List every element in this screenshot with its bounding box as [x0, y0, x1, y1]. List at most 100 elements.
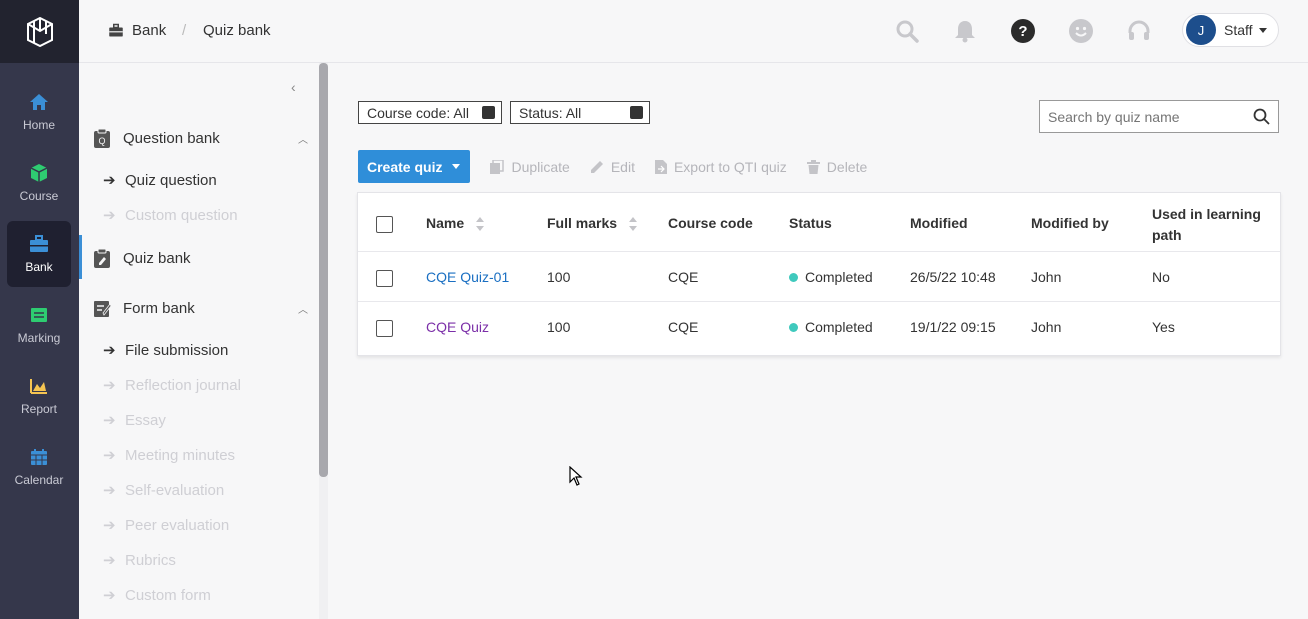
- create-quiz-button[interactable]: Create quiz: [358, 150, 471, 183]
- rail-item-marking[interactable]: Marking: [7, 292, 71, 358]
- user-menu-button[interactable]: J Staff: [1182, 13, 1279, 47]
- top-header: Bank / Quiz bank ? J Staff: [79, 0, 1308, 63]
- sidebar-item-label: Self-evaluation: [125, 481, 225, 499]
- calendar-icon: [31, 449, 47, 465]
- headset-icon[interactable]: [1126, 18, 1152, 44]
- column-header-label: Full marks: [547, 215, 618, 231]
- rail-label-marking: Marking: [17, 331, 61, 345]
- breadcrumb-root-label: Bank: [132, 22, 167, 39]
- duplicate-button[interactable]: Duplicate: [490, 159, 570, 175]
- filter-label: Course code: All: [367, 104, 469, 121]
- collapse-sidebar-icon[interactable]: ‹: [291, 79, 296, 95]
- trash-icon: [806, 159, 820, 174]
- sort-icon[interactable]: [476, 217, 485, 232]
- chevron-up-icon[interactable]: ︿: [298, 301, 308, 316]
- sidebar-item-essay: ➔ Essay: [103, 411, 166, 430]
- search-icon[interactable]: [894, 18, 920, 44]
- row-checkbox[interactable]: [376, 320, 393, 337]
- quiz-search-box: [1039, 100, 1279, 133]
- briefcase-icon: [109, 23, 123, 37]
- sidebar-item-peer-evaluation: ➔ Peer evaluation: [103, 516, 230, 535]
- breadcrumb-root[interactable]: Bank: [108, 22, 166, 39]
- quiz-name-link[interactable]: CQE Quiz-01: [426, 269, 509, 285]
- sidebar-item-reflection-journal: ➔ Reflection journal: [103, 376, 241, 395]
- help-icon[interactable]: ?: [1010, 18, 1036, 44]
- sidebar-group-label: Form bank: [123, 299, 195, 317]
- rail-item-calendar[interactable]: Calendar: [7, 434, 71, 500]
- modified-by-cell: John: [1031, 319, 1062, 335]
- caret-down-icon: [452, 164, 461, 169]
- app-rail: Home Course Bank Marking Report Calendar: [0, 0, 79, 619]
- sidebar-group-label: Question bank: [123, 129, 220, 147]
- active-indicator: [79, 235, 82, 279]
- sidebar-item-rubrics: ➔ Rubrics: [103, 551, 176, 570]
- breadcrumb-separator: /: [182, 22, 187, 39]
- sidebar-item-quiz-question[interactable]: ➔ Quiz question: [103, 171, 217, 190]
- sidebar-scrollbar-thumb[interactable]: [319, 63, 328, 477]
- sidebar-item-label: Peer evaluation: [125, 516, 230, 534]
- chevron-up-icon[interactable]: ︿: [298, 131, 308, 146]
- column-header-name[interactable]: Name: [426, 215, 485, 232]
- app-logo[interactable]: [0, 0, 79, 63]
- status-label: Completed: [805, 269, 873, 285]
- sidebar-group-question-bank[interactable]: Q Question bank: [93, 128, 220, 148]
- rail-item-home[interactable]: Home: [7, 79, 71, 145]
- sidebar-item-label: Custom question: [125, 206, 238, 224]
- rail-item-report[interactable]: Report: [7, 363, 71, 429]
- sidebar-group-quiz-bank[interactable]: Quiz bank: [93, 248, 191, 268]
- sort-icon[interactable]: [628, 217, 637, 232]
- rail-item-bank[interactable]: Bank: [7, 221, 71, 287]
- rail-label-report: Report: [20, 402, 58, 416]
- pencil-icon: [590, 160, 603, 173]
- row-checkbox[interactable]: [376, 270, 393, 287]
- course-code-filter[interactable]: Course code: All: [358, 101, 502, 124]
- file-export-icon: [654, 159, 667, 174]
- sidebar-group-form-bank[interactable]: Form bank: [93, 298, 195, 318]
- quiz-table: Name Full marks Course code Status Modif…: [357, 192, 1281, 356]
- smiley-icon[interactable]: [1068, 18, 1094, 44]
- sidebar-item-label: File submission: [125, 341, 229, 359]
- sidebar-item-file-submission[interactable]: ➔ File submission: [103, 341, 229, 360]
- quiz-name-link[interactable]: CQE Quiz: [426, 319, 489, 335]
- course-code-cell: CQE: [668, 269, 699, 285]
- status-filter[interactable]: Status: All: [510, 101, 650, 124]
- export-label: Export to QTI quiz: [673, 158, 787, 175]
- action-toolbar: Create quiz Duplicate Edit Export to QTI…: [358, 150, 867, 183]
- select-all-checkbox[interactable]: [376, 216, 393, 233]
- column-header-modified: Modified: [910, 215, 968, 231]
- chart-area-icon: [30, 379, 47, 394]
- marking-icon: [31, 308, 47, 322]
- arrow-right-icon: ➔: [103, 377, 116, 394]
- arrow-right-icon: ➔: [103, 517, 116, 534]
- delete-button[interactable]: Delete: [806, 159, 867, 175]
- edit-button[interactable]: Edit: [590, 159, 635, 175]
- sidebar-item-label: Essay: [125, 411, 166, 429]
- sidebar-item-label: Meeting minutes: [125, 446, 236, 464]
- rail-item-course[interactable]: Course: [7, 150, 71, 216]
- full-marks-cell: 100: [547, 269, 571, 285]
- edit-filter-icon[interactable]: [482, 106, 495, 119]
- breadcrumb-current: Quiz bank: [203, 22, 271, 39]
- used-in-learning-path-cell: Yes: [1152, 319, 1175, 335]
- arrow-right-icon: ➔: [103, 587, 116, 604]
- column-header-modified-by: Modified by: [1031, 215, 1109, 231]
- search-icon[interactable]: [1253, 108, 1270, 125]
- bell-icon[interactable]: [952, 18, 978, 44]
- sidebar-item-label: Custom form: [125, 586, 211, 604]
- column-header-full-marks[interactable]: Full marks: [547, 215, 637, 232]
- search-input[interactable]: [1040, 108, 1240, 125]
- export-qti-button[interactable]: Export to QTI quiz: [654, 158, 787, 175]
- edit-filter-icon[interactable]: [630, 106, 643, 119]
- main-content: Course code: All Status: All Create quiz…: [328, 63, 1308, 619]
- arrow-right-icon: ➔: [103, 482, 116, 499]
- copy-icon: [490, 159, 505, 174]
- modified-cell: 19/1/22 09:15: [910, 319, 996, 335]
- sidebar-item-custom-form: ➔ Custom form: [103, 586, 211, 605]
- user-name: Staff: [1224, 22, 1253, 38]
- arrow-right-icon: ➔: [103, 342, 116, 359]
- status-label: Completed: [805, 319, 873, 335]
- clipboard-question-icon: Q: [94, 128, 110, 148]
- briefcase-icon: [30, 235, 48, 252]
- avatar: J: [1186, 15, 1216, 45]
- arrow-right-icon: ➔: [103, 207, 116, 224]
